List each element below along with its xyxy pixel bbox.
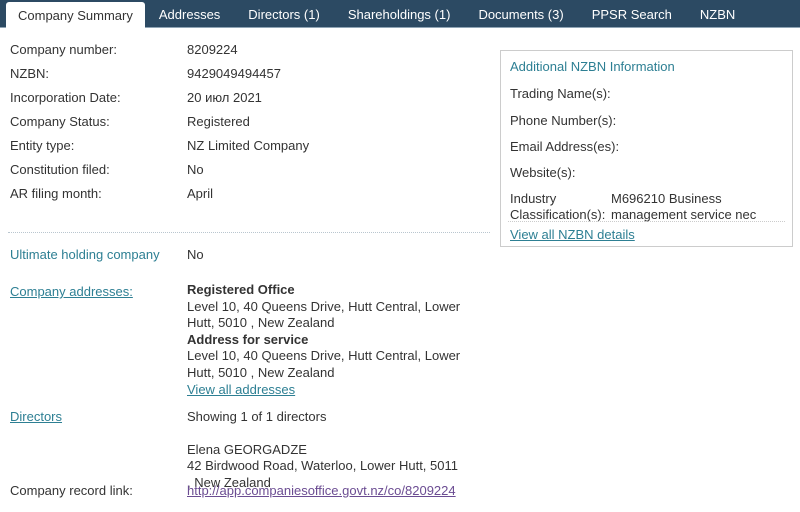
link-company-record-url[interactable]: http://app.companiesoffice.govt.nz/co/82… bbox=[187, 483, 456, 498]
section-divider bbox=[8, 232, 490, 233]
link-company-addresses[interactable]: Company addresses: bbox=[10, 284, 133, 299]
nzbn-label-industry-classification-line-2: Classification(s): bbox=[510, 207, 606, 222]
value-ultimate-holding-company: No bbox=[187, 247, 204, 262]
directors-spacer bbox=[187, 426, 487, 442]
nzbn-label-websites: Website(s): bbox=[510, 165, 576, 180]
value-company-number: 8209224 bbox=[187, 42, 238, 57]
field-row-ultimate-holding-company: Ultimate holding company No bbox=[0, 247, 490, 270]
label-company-status: Company Status: bbox=[10, 114, 110, 129]
value-nzbn: 9429049494457 bbox=[187, 66, 281, 81]
nzbn-label-phone-numbers: Phone Number(s): bbox=[510, 113, 617, 128]
field-row-constitution-filed: Constitution filed: No bbox=[0, 162, 490, 185]
value-company-status: Registered bbox=[187, 114, 250, 129]
value-incorporation-date: 20 июл 2021 bbox=[187, 90, 262, 105]
tab-ppsr-search[interactable]: PPSR Search bbox=[578, 0, 686, 28]
registered-office-line-1: Level 10, 40 Queens Drive, Hutt Central,… bbox=[187, 298, 461, 314]
nzbn-box-divider bbox=[508, 221, 785, 222]
label-company-record-link: Company record link: bbox=[10, 483, 133, 498]
label-company-number: Company number: bbox=[10, 42, 117, 57]
director-name: Elena GEORGADZE bbox=[187, 441, 307, 457]
address-for-service-line-1: Level 10, 40 Queens Drive, Hutt Central,… bbox=[187, 348, 461, 364]
tab-shareholdings[interactable]: Shareholdings (1) bbox=[334, 0, 465, 28]
nzbn-box-title: Additional NZBN Information bbox=[510, 59, 675, 74]
tab-bar: Company Summary Addresses Directors (1) … bbox=[0, 0, 800, 28]
tab-addresses[interactable]: Addresses bbox=[145, 0, 234, 28]
tab-nzbn[interactable]: NZBN bbox=[686, 0, 749, 28]
link-view-all-nzbn-details[interactable]: View all NZBN details bbox=[510, 227, 635, 242]
field-row-entity-type: Entity type: NZ Limited Company bbox=[0, 138, 490, 161]
address-for-service-heading: Address for service bbox=[187, 331, 309, 347]
tab-documents[interactable]: Documents (3) bbox=[464, 0, 577, 28]
nzbn-label-email-addresses: Email Address(es): bbox=[510, 139, 620, 154]
company-addresses-block: Registered Office Level 10, 40 Queens Dr… bbox=[187, 282, 487, 398]
label-ultimate-holding-company: Ultimate holding company bbox=[10, 247, 160, 262]
tab-company-summary[interactable]: Company Summary bbox=[6, 2, 145, 28]
value-constitution-filed: No bbox=[187, 162, 204, 177]
address-for-service-line-2: Hutt, 5010 , New Zealand bbox=[187, 364, 335, 380]
label-entity-type: Entity type: bbox=[10, 138, 75, 153]
value-entity-type: NZ Limited Company bbox=[187, 138, 310, 153]
field-row-nzbn: NZBN: 9429049494457 bbox=[0, 66, 490, 89]
tab-list: Company Summary Addresses Directors (1) … bbox=[0, 0, 800, 28]
link-directors[interactable]: Directors bbox=[10, 409, 62, 424]
label-nzbn: NZBN: bbox=[10, 66, 49, 81]
value-ar-filing-month: April bbox=[187, 186, 214, 201]
nzbn-value-industry-classification-line-1: M696210 Business bbox=[611, 191, 722, 206]
field-row-incorporation-date: Incorporation Date: 20 июл 2021 bbox=[0, 90, 490, 113]
additional-nzbn-information-box: Additional NZBN Information Trading Name… bbox=[500, 50, 793, 247]
label-ar-filing-month: AR filing month: bbox=[10, 186, 102, 201]
directors-block: Showing 1 of 1 directors Elena GEORGADZE… bbox=[187, 409, 487, 491]
field-row-company-status: Company Status: Registered bbox=[0, 114, 490, 137]
nzbn-label-industry-classification-line-1: Industry bbox=[510, 191, 557, 206]
registered-office-heading: Registered Office bbox=[187, 282, 295, 297]
nzbn-label-trading-names: Trading Name(s): bbox=[510, 86, 611, 101]
field-row-company-record-link: Company record link: http://app.companie… bbox=[0, 483, 490, 506]
field-row-ar-filing-month: AR filing month: April bbox=[0, 186, 490, 209]
director-address-line-1: 42 Birdwood Road, Waterloo, Lower Hutt, … bbox=[187, 458, 458, 474]
link-view-all-addresses[interactable]: View all addresses bbox=[187, 382, 295, 397]
label-incorporation-date: Incorporation Date: bbox=[10, 90, 121, 105]
field-row-company-number: Company number: 8209224 bbox=[0, 42, 490, 65]
directors-showing-count: Showing 1 of 1 directors bbox=[187, 409, 327, 424]
label-constitution-filed: Constitution filed: bbox=[10, 162, 110, 177]
tab-directors[interactable]: Directors (1) bbox=[234, 0, 334, 28]
registered-office-line-2: Hutt, 5010 , New Zealand bbox=[187, 315, 335, 331]
